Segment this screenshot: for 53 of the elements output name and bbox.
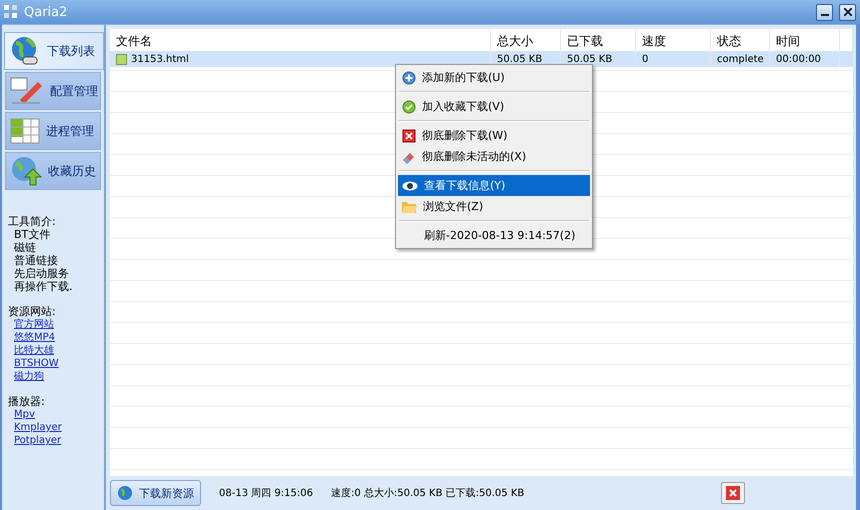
- pen-icon: [10, 76, 44, 106]
- delete-icon: [402, 128, 416, 142]
- sidebar-link[interactable]: 磁力狗: [8, 370, 44, 383]
- sidebar-link[interactable]: 比特大雄: [8, 344, 54, 357]
- sidebar-tab[interactable]: 下载列表: [4, 32, 104, 70]
- add-icon: [402, 70, 416, 84]
- status-summary: 速度:0 总大小:50.05 KB 已下载:50.05 KB: [330, 486, 524, 500]
- sidebar-link[interactable]: Kmplayer: [8, 421, 62, 434]
- new-download-button[interactable]: 下载新资源: [110, 480, 201, 506]
- info-text: 磁链: [13, 241, 37, 254]
- info-text: 先启动服务: [13, 267, 70, 280]
- sidebar-link[interactable]: Potplayer: [8, 434, 62, 447]
- globe-icon: [117, 485, 133, 501]
- menu-item[interactable]: 彻底删除下载(W): [398, 125, 590, 146]
- sidebar-link[interactable]: 悠悠MP4: [8, 331, 56, 344]
- sidebar-tab[interactable]: 收藏历史: [5, 152, 101, 190]
- table-cell: 31153.html: [131, 54, 189, 64]
- menu-item[interactable]: 查看下载信息(Y): [398, 175, 590, 196]
- grid-icon: [10, 118, 40, 144]
- eye-icon: [402, 180, 418, 190]
- section-heading: 资源网站:: [8, 305, 57, 318]
- sidebar-tab[interactable]: 进程管理: [5, 112, 101, 150]
- menu-item[interactable]: 加入收藏下载(V): [398, 96, 590, 117]
- sidebar-link[interactable]: Mpv: [8, 408, 35, 421]
- status-datetime: 08-13 周四 9:15:06: [219, 487, 313, 500]
- info-text: BT文件: [13, 228, 52, 241]
- table-cell: 50.05 KB: [497, 54, 542, 64]
- info-text: 再操作下载.: [13, 280, 74, 293]
- table-cell: 50.05 KB: [567, 54, 612, 64]
- folder-icon: [402, 200, 417, 213]
- table-cell: 0: [642, 54, 648, 64]
- window-title: Qaria2: [24, 4, 68, 20]
- section-heading: 工具简介:: [8, 215, 57, 228]
- menu-item[interactable]: 浏览文件(Z): [398, 196, 590, 217]
- close-icon: [844, 8, 852, 16]
- menu-item[interactable]: 刷新-2020-08-13 9:14:57(2): [398, 225, 590, 246]
- table-row[interactable]: 31153.html 50.05 KB 50.05 KB 0 complete 00:00:00: [110, 51, 853, 67]
- section-heading: 播放器:: [8, 395, 46, 408]
- check-icon: [402, 100, 416, 114]
- sidebar-link[interactable]: 官方网站: [8, 318, 54, 331]
- file-icon: [116, 54, 127, 64]
- menu-item[interactable]: 添加新的下载(U): [398, 67, 590, 88]
- sidebar-link[interactable]: BTSHOW: [8, 357, 59, 370]
- sidebar-tab[interactable]: 配置管理: [5, 72, 101, 110]
- menu-item[interactable]: 彻底删除未活动的(X): [398, 146, 590, 167]
- globe-upload-icon: [10, 155, 42, 187]
- close-button[interactable]: [839, 4, 856, 20]
- app-icon: [4, 5, 18, 19]
- info-text: 普通链接: [13, 254, 59, 267]
- minimize-button[interactable]: [816, 4, 833, 20]
- table-cell: complete: [717, 54, 764, 64]
- close-icon: [726, 486, 740, 500]
- table-cell: 00:00:00: [776, 54, 821, 64]
